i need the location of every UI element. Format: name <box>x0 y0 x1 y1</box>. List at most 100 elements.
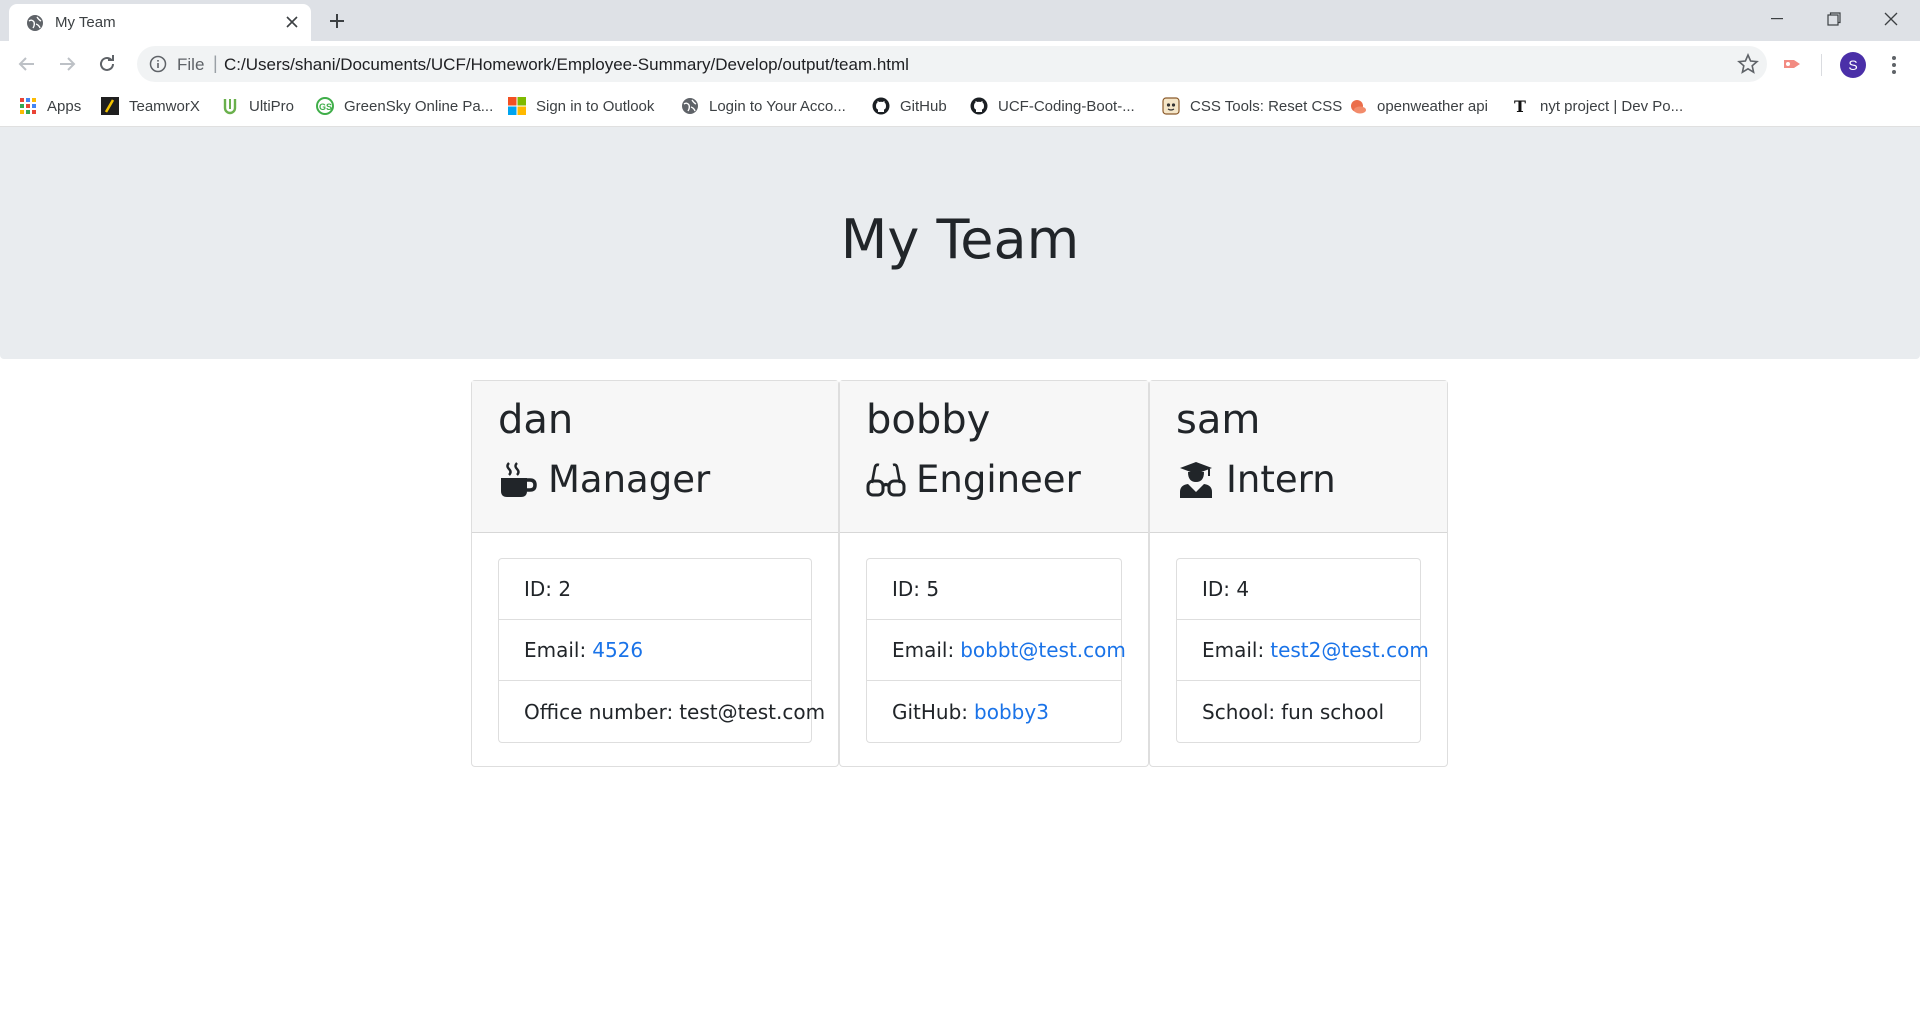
new-tab-icon[interactable] <box>325 9 349 33</box>
employee-email: Email: test2@test.com <box>1177 620 1429 681</box>
bookmark-label: GreenSky Online Pa... <box>344 97 494 115</box>
close-tab-icon[interactable] <box>281 11 303 33</box>
restore-icon[interactable] <box>1806 0 1862 38</box>
bookmark-ultipro[interactable]: UltiPro <box>221 87 294 125</box>
bookmark-outlook[interactable]: Sign in to Outlook <box>508 87 654 125</box>
bookmark-teamworx[interactable]: TeamworX <box>101 87 200 125</box>
school-value: fun school <box>1281 699 1385 724</box>
url-separator: | <box>213 53 218 73</box>
employee-office-number: Office number: test@test.com <box>499 681 825 742</box>
employee-id-text: ID: 2 <box>524 577 572 601</box>
jumbotron-header: My Team <box>0 127 1920 359</box>
graduate-icon <box>1176 460 1216 500</box>
bookmark-github[interactable]: GitHub <box>872 87 947 125</box>
bookmark-label: UCF-Coding-Boot-... <box>998 97 1135 115</box>
bookmark-label: openweather api <box>1377 97 1488 115</box>
office-number-label: Office number: <box>524 699 674 724</box>
employee-card-manager: dan Manager ID: 2 Email: 4526 Office num… <box>471 380 839 767</box>
coffee-mug-icon <box>498 460 538 500</box>
employee-school: School: fun school <box>1177 681 1420 742</box>
bookmark-label: TeamworX <box>129 97 200 115</box>
page-title: My Team <box>840 208 1080 271</box>
employee-role: Manager <box>498 458 710 501</box>
bookmark-nyt[interactable]: T nyt project | Dev Po... <box>1512 87 1683 125</box>
office-number-value: test@test.com <box>679 699 826 724</box>
bookmark-label: CSS Tools: Reset CSS <box>1190 97 1343 115</box>
bookmark-label: GitHub <box>900 97 947 115</box>
employee-email: Email: 4526 <box>499 620 811 681</box>
bookmark-star-icon[interactable] <box>1737 52 1759 75</box>
bookmarks-bar: Apps TeamworX UltiPro GS GreenSky Online… <box>0 87 1920 127</box>
bookmark-css-tools[interactable]: CSS Tools: Reset CSS <box>1162 87 1342 125</box>
address-bar[interactable]: File | C:/Users/shani/Documents/UCF/Home… <box>137 46 1767 82</box>
employee-card-intern: sam Intern ID: 4 Email: test2@test.com S… <box>1149 380 1448 767</box>
minimize-icon[interactable] <box>1749 0 1805 38</box>
employee-name: sam <box>1176 397 1261 443</box>
employee-role-label: Manager <box>548 458 711 501</box>
employee-role-label: Engineer <box>916 458 1081 501</box>
profile-avatar[interactable]: S <box>1840 52 1866 78</box>
kebab-menu-icon[interactable] <box>1882 52 1906 78</box>
tab-title: My Team <box>55 14 116 31</box>
bookmark-greensky[interactable]: GS GreenSky Online Pa... <box>316 87 493 125</box>
microsoft-icon <box>508 97 526 115</box>
employee-details-list: ID: 2 Email: 4526 Office number: test@te… <box>498 558 825 743</box>
teamworx-icon <box>101 97 119 115</box>
email-label: Email: <box>892 638 955 662</box>
employee-card-engineer: bobby Engineer ID: 5 Email: bobbt@test.c… <box>839 380 1149 767</box>
employee-role: Engineer <box>866 458 1081 501</box>
email-link[interactable]: 4526 <box>592 638 643 662</box>
employee-id-text: ID: 4 <box>1202 577 1250 601</box>
bookmark-login[interactable]: Login to Your Acco... <box>681 87 846 125</box>
github-icon <box>970 97 988 115</box>
bookmark-label: nyt project | Dev Po... <box>1540 97 1684 115</box>
card-header: dan Manager <box>472 381 838 533</box>
employee-email: Email: bobbt@test.com <box>867 620 1126 681</box>
info-icon[interactable] <box>149 55 167 73</box>
school-label: School: <box>1202 699 1276 724</box>
tab-strip: My Team <box>0 0 1920 41</box>
email-label: Email: <box>524 638 587 662</box>
forward-icon[interactable] <box>53 50 81 78</box>
apps-grid-icon <box>19 97 37 115</box>
ultipro-icon <box>221 97 239 115</box>
employee-name: dan <box>498 397 574 443</box>
bookmark-label: UltiPro <box>249 97 295 115</box>
nyt-icon: T <box>1512 97 1530 115</box>
employee-id: ID: 5 <box>867 559 1121 620</box>
bookmark-label: Apps <box>47 97 82 115</box>
github-label: GitHub: <box>892 699 969 724</box>
bookmark-ucf-bootcamp[interactable]: UCF-Coding-Boot-... <box>970 87 1135 125</box>
glasses-icon <box>866 460 906 500</box>
toolbar-divider <box>1821 54 1822 76</box>
employee-id: ID: 2 <box>499 559 811 620</box>
employee-role-label: Intern <box>1226 458 1336 501</box>
url-text[interactable]: C:/Users/shani/Documents/UCF/Homework/Em… <box>224 55 909 75</box>
svg-text:GS: GS <box>319 102 332 112</box>
github-icon <box>872 97 890 115</box>
card-header: sam Intern <box>1150 381 1447 533</box>
bookmark-label: Sign in to Outlook <box>536 97 655 115</box>
email-link[interactable]: bobbt@test.com <box>960 638 1126 662</box>
employee-details-list: ID: 5 Email: bobbt@test.com GitHub: bobb… <box>866 558 1126 743</box>
globe-icon <box>26 14 44 32</box>
github-link[interactable]: bobby3 <box>974 700 1049 724</box>
email-link[interactable]: test2@test.com <box>1270 638 1429 662</box>
bookmark-openweather[interactable]: openweather api <box>1349 87 1488 125</box>
globe-icon <box>681 97 699 115</box>
reload-icon[interactable] <box>93 50 121 78</box>
close-window-icon[interactable] <box>1863 0 1919 38</box>
extension-icon[interactable] <box>1782 54 1804 74</box>
openweather-icon <box>1349 97 1367 115</box>
svg-text:T: T <box>1514 97 1526 115</box>
browser-toolbar: File | C:/Users/shani/Documents/UCF/Home… <box>0 41 1920 87</box>
card-header: bobby Engineer <box>840 381 1148 533</box>
url-scheme: File <box>177 55 205 74</box>
back-icon[interactable] <box>13 50 41 78</box>
greensky-icon: GS <box>316 97 334 115</box>
bookmark-apps[interactable]: Apps <box>19 87 81 125</box>
employee-github: GitHub: bobby3 <box>867 681 1121 742</box>
employee-role: Intern <box>1176 458 1336 501</box>
tab-my-team[interactable]: My Team <box>9 4 311 41</box>
employee-id: ID: 4 <box>1177 559 1420 620</box>
